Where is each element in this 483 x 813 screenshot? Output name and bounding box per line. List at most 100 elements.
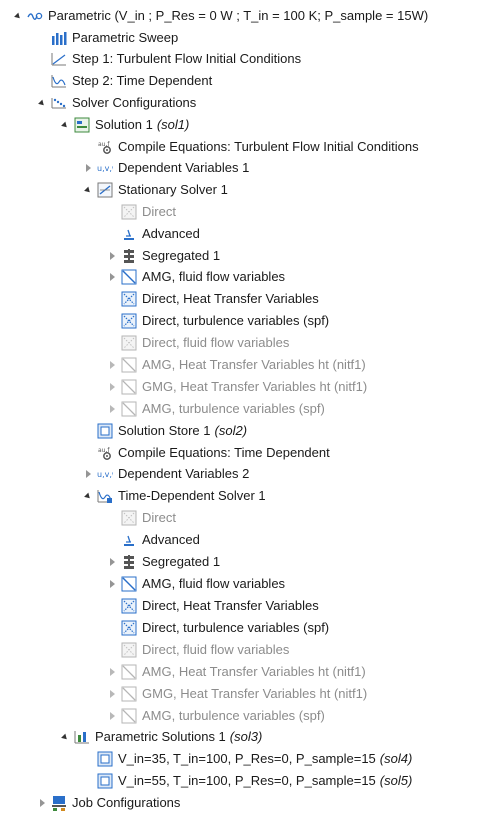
expand-toggle[interactable] (107, 376, 117, 397)
tree-node-label: Step 2: Time Dependent (72, 73, 213, 88)
parametric-study-icon (27, 8, 43, 24)
tree-node-label: Solution Store 1 (118, 423, 211, 438)
expand-toggle[interactable] (37, 92, 47, 113)
tree-node-amg-turbulence[interactable]: AMG, turbulence variables (spf) (107, 398, 483, 419)
tree-node-tag: (sol1) (156, 117, 190, 132)
expand-toggle[interactable] (107, 661, 117, 682)
tree-node-parametric[interactable]: Parametric (V_in ; P_Res = 0 W ; T_in = … (13, 5, 483, 26)
tree-node-solution1[interactable]: Solution 1 (sol1) (60, 114, 483, 135)
direct-solver-icon (121, 313, 137, 329)
tree-node-label: Compile Equations: Turbulent Flow Initia… (118, 139, 419, 154)
tree-node-parametric-solutions[interactable]: Parametric Solutions 1 (sol3) (60, 726, 483, 747)
tree-node-step2[interactable]: Step 2: Time Dependent (37, 70, 483, 91)
iterative-solver-icon (121, 269, 137, 285)
tree-node-label: Step 1: Turbulent Flow Initial Condition… (72, 51, 302, 66)
advanced-icon (121, 226, 137, 242)
tree-node-direct[interactable]: Direct (107, 201, 483, 222)
tree-node-label: Segregated 1 (142, 248, 221, 263)
tree-node-direct-heat-transfer[interactable]: Direct, Heat Transfer Variables (107, 595, 483, 616)
expand-toggle[interactable] (83, 157, 93, 178)
expand-toggle[interactable] (107, 266, 117, 287)
solution-icon (74, 117, 90, 133)
segregated-icon (121, 554, 137, 570)
tree-node-label: Direct, fluid flow variables (142, 335, 290, 350)
expand-toggle[interactable] (83, 485, 93, 506)
expand-toggle[interactable] (107, 245, 117, 266)
tree-node-direct-heat-transfer[interactable]: Direct, Heat Transfer Variables (107, 288, 483, 309)
expand-toggle[interactable] (83, 179, 93, 200)
tree-node-direct-fluid-flow[interactable]: Direct, fluid flow variables (107, 332, 483, 353)
expand-toggle[interactable] (83, 463, 93, 484)
tree-node-label: Direct (142, 510, 176, 525)
tree-node-solution-sol5[interactable]: V_in=55, T_in=100, P_Res=0, P_sample=15 … (83, 770, 483, 791)
expand-toggle[interactable] (107, 398, 117, 419)
dependent-variables-icon: u,v,w (97, 466, 113, 482)
expand-toggle[interactable] (60, 726, 70, 747)
tree-node-label: AMG, turbulence variables (spf) (142, 708, 325, 723)
tree-node-dependent-variables[interactable]: u,v,w Dependent Variables 1 (83, 157, 483, 178)
tree-node-solution-store[interactable]: Solution Store 1 (sol2) (83, 420, 483, 441)
tree-node-solution-sol4[interactable]: V_in=35, T_in=100, P_Res=0, P_sample=15 … (83, 748, 483, 769)
tree-node-label: Stationary Solver 1 (118, 182, 228, 197)
tree-node-label: Job Configurations (72, 795, 181, 810)
tree-node-segregated[interactable]: Segregated 1 (107, 551, 483, 572)
tree-node-label: GMG, Heat Transfer Variables ht (nitf1) (142, 686, 368, 701)
stationary-solver-icon (97, 182, 113, 198)
tree-node-time-dependent-solver[interactable]: Time-Dependent Solver 1 (83, 485, 483, 506)
tree-node-gmg-heat-transfer[interactable]: GMG, Heat Transfer Variables ht (nitf1) (107, 376, 483, 397)
tree-node-label: Compile Equations: Time Dependent (118, 445, 330, 460)
tree-node-direct-turbulence[interactable]: Direct, turbulence variables (spf) (107, 617, 483, 638)
tree-node-dependent-variables[interactable]: u,v,w Dependent Variables 2 (83, 463, 483, 484)
tree-node-gmg-heat-transfer[interactable]: GMG, Heat Transfer Variables ht (nitf1) (107, 683, 483, 704)
tree-node-label: V_in=55, T_in=100, P_Res=0, P_sample=15 (118, 773, 376, 788)
expand-toggle[interactable] (107, 683, 117, 704)
expand-toggle[interactable] (107, 573, 117, 594)
compile-equations-icon: au,f (97, 445, 113, 461)
tree-node-amg-fluid-flow[interactable]: AMG, fluid flow variables (107, 573, 483, 594)
iterative-solver-icon (121, 664, 137, 680)
tree-node-amg-heat-transfer[interactable]: AMG, Heat Transfer Variables ht (nitf1) (107, 354, 483, 375)
tree-node-job-configurations[interactable]: Job Configurations (37, 792, 483, 813)
segregated-icon (121, 248, 137, 264)
iterative-solver-icon (121, 686, 137, 702)
expand-toggle[interactable] (107, 705, 117, 726)
svg-text:u,v,w: u,v,w (97, 470, 113, 479)
parametric-solutions-icon (74, 729, 90, 745)
parametric-sweep-icon (51, 30, 67, 46)
tree-node-stationary-solver[interactable]: Stationary Solver 1 (83, 179, 483, 200)
expand-toggle[interactable] (60, 114, 70, 135)
iterative-solver-icon (121, 379, 137, 395)
tree-node-step1[interactable]: Step 1: Turbulent Flow Initial Condition… (37, 48, 483, 69)
direct-solver-icon (121, 642, 137, 658)
tree-node-label: AMG, Heat Transfer Variables ht (nitf1) (142, 664, 366, 679)
tree-node-direct-turbulence[interactable]: Direct, turbulence variables (spf) (107, 310, 483, 331)
tree-node-direct-fluid-flow[interactable]: Direct, fluid flow variables (107, 639, 483, 660)
tree-node-segregated[interactable]: Segregated 1 (107, 245, 483, 266)
time-dependent-step-icon (51, 73, 67, 89)
tree-node-amg-turbulence[interactable]: AMG, turbulence variables (spf) (107, 705, 483, 726)
tree-node-amg-heat-transfer[interactable]: AMG, Heat Transfer Variables ht (nitf1) (107, 661, 483, 682)
dependent-variables-icon: u,v,w (97, 160, 113, 176)
compile-equations-icon: au,f (97, 139, 113, 155)
tree-node-compile-equations[interactable]: au,f Compile Equations: Time Dependent (83, 442, 483, 463)
iterative-solver-icon (121, 401, 137, 417)
direct-solver-icon (121, 620, 137, 636)
tree-node-amg-fluid-flow[interactable]: AMG, fluid flow variables (107, 266, 483, 287)
expand-toggle[interactable] (37, 792, 47, 813)
direct-solver-icon (121, 291, 137, 307)
tree-node-label: AMG, fluid flow variables (142, 576, 286, 591)
advanced-icon (121, 532, 137, 548)
tree-node-solver-configurations[interactable]: Solver Configurations (37, 92, 483, 113)
expand-toggle[interactable] (107, 551, 117, 572)
tree-node-label: V_in=35, T_in=100, P_Res=0, P_sample=15 (118, 751, 376, 766)
expand-toggle[interactable] (107, 354, 117, 375)
tree-node-advanced[interactable]: Advanced (107, 223, 483, 244)
expand-toggle[interactable] (13, 5, 23, 26)
model-builder-tree: Parametric (V_in ; P_Res = 0 W ; T_in = … (0, 0, 483, 812)
tree-node-direct[interactable]: Direct (107, 507, 483, 528)
tree-node-advanced[interactable]: Advanced (107, 529, 483, 550)
tree-node-compile-equations[interactable]: au,f Compile Equations: Turbulent Flow I… (83, 136, 483, 157)
job-configurations-icon (51, 795, 67, 811)
tree-node-parametric-sweep[interactable]: Parametric Sweep (37, 27, 483, 48)
direct-solver-icon (121, 335, 137, 351)
